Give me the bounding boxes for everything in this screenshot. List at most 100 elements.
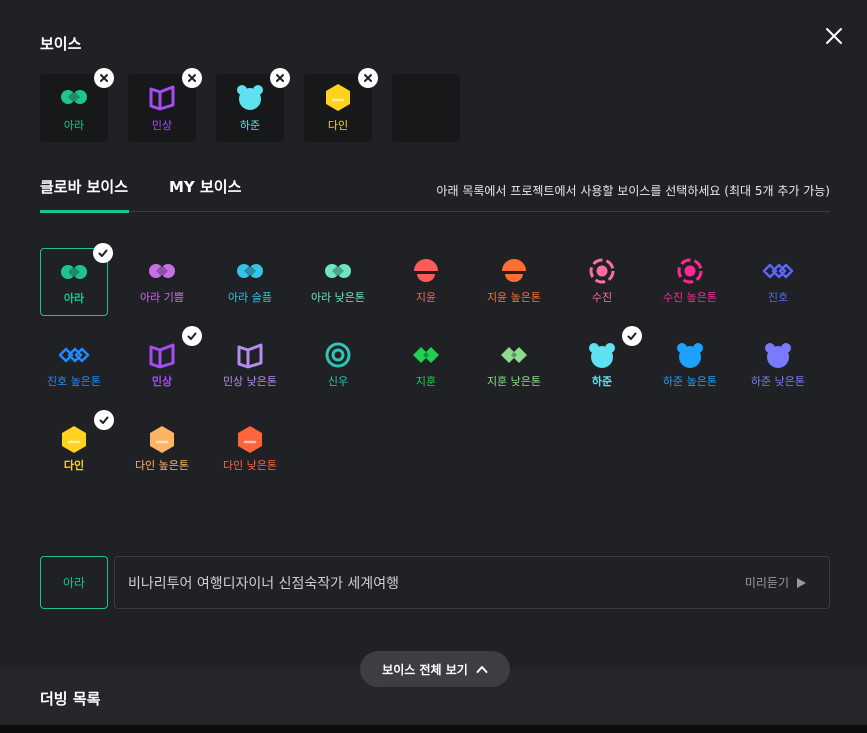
voice-icon: [322, 256, 354, 286]
voice-label: 지윤 높은톤: [486, 291, 542, 304]
tab-my-voice[interactable]: MY 보이스: [169, 176, 241, 212]
dain-icon: [322, 82, 354, 112]
voice-option[interactable]: 지훈 낮은톤: [480, 332, 548, 400]
voice-icon: [586, 340, 618, 370]
voice-option[interactable]: 지윤: [392, 248, 460, 316]
preview-voice-button[interactable]: 아라: [40, 556, 108, 609]
voice-icon: [146, 340, 178, 370]
remove-voice-button[interactable]: [358, 68, 378, 88]
voice-icon: [58, 257, 90, 287]
voice-option[interactable]: 다인 낮은톤: [216, 416, 284, 484]
voice-option[interactable]: 하준: [568, 326, 642, 400]
voice-option[interactable]: 아라 낮은톤: [304, 248, 372, 316]
voice-icon: [410, 256, 442, 286]
voice-label: 지윤: [415, 291, 437, 304]
check-icon: [186, 330, 198, 342]
voice-label: 하준: [591, 375, 613, 388]
voice-option[interactable]: 민상 낮은톤: [216, 332, 284, 400]
voice-label: 지훈: [415, 375, 437, 388]
minsang-icon: [146, 82, 178, 112]
selected-voice-label: 아라: [63, 119, 85, 132]
tab-hint: 아래 목록에서 프로젝트에서 사용할 보이스를 선택하세요 (최대 5개 추가 …: [436, 184, 830, 198]
selected-voice-card[interactable]: 아라: [40, 68, 114, 142]
voice-label: 다인 낮은톤: [222, 459, 278, 472]
remove-voice-button[interactable]: [94, 68, 114, 88]
check-icon: [97, 247, 109, 259]
voice-option[interactable]: 수진 높은톤: [656, 248, 724, 316]
ara-icon: [58, 82, 90, 112]
voice-label: 다인 높은톤: [134, 459, 190, 472]
voice-option[interactable]: 진호: [744, 248, 812, 316]
close-icon: [99, 73, 109, 83]
voice-icon: [146, 424, 178, 454]
voice-icon: [498, 256, 530, 286]
voice-icon: [410, 340, 442, 370]
voice-label: 지훈 낮은톤: [486, 375, 542, 388]
voice-label: 진호 높은톤: [46, 375, 102, 388]
voice-label: 수진 높은톤: [662, 291, 718, 304]
voice-icon: [674, 340, 706, 370]
voice-label: 아라 기쁨: [140, 291, 184, 304]
check-badge: [182, 326, 202, 346]
remove-voice-button[interactable]: [270, 68, 290, 88]
preview-play-label: 미리듣기: [744, 576, 789, 590]
selected-voice-label: 하준: [239, 119, 261, 132]
panel-title: 보이스: [40, 35, 82, 53]
voice-icon: [322, 340, 354, 370]
selected-voice-label: 민상: [151, 119, 173, 132]
voice-icon: [146, 256, 178, 286]
voice-option[interactable]: 다인 높은톤: [128, 416, 196, 484]
voice-icon: [234, 424, 266, 454]
selected-voice-card[interactable]: 하준: [216, 68, 290, 142]
check-icon: [98, 414, 110, 426]
voice-label: 아라 낮은톤: [310, 291, 366, 304]
remove-voice-button[interactable]: [182, 68, 202, 88]
chevron-up-icon: [476, 666, 488, 673]
voice-label: 아라 슬픔: [228, 291, 272, 304]
voice-label: 민상 낮은톤: [222, 375, 278, 388]
voice-option[interactable]: 아라: [40, 243, 113, 316]
voice-option[interactable]: 지윤 높은톤: [480, 248, 548, 316]
voice-option[interactable]: 하준 높은톤: [656, 332, 724, 400]
voice-option[interactable]: 지훈: [392, 332, 460, 400]
voice-icon: [498, 340, 530, 370]
voice-label: 진호: [767, 291, 789, 304]
close-icon: [187, 73, 197, 83]
tab-clova-label: 클로바 보이스: [40, 178, 129, 196]
selected-voice-card[interactable]: 민상: [128, 68, 202, 142]
preview-box[interactable]: 비나리투어 여행디자이너 신점숙작가 세계여행 미리듣기: [114, 556, 830, 609]
voice-label: 다인: [63, 459, 85, 472]
voice-option[interactable]: 수진: [568, 248, 636, 316]
voice-option[interactable]: 하준 낮은톤: [744, 332, 812, 400]
voice-option[interactable]: 다인: [40, 410, 114, 484]
selected-voice-label: 다인: [327, 119, 349, 132]
voice-option[interactable]: 아라 슬픔: [216, 248, 284, 316]
voice-tabs: 클로바 보이스 MY 보이스 아래 목록에서 프로젝트에서 사용할 보이스를 선…: [40, 176, 830, 213]
voice-icon: [674, 256, 706, 286]
empty-voice-slot: [392, 74, 460, 142]
voice-icon: [762, 256, 794, 286]
voice-label: 민상: [151, 375, 173, 388]
tab-clova-voice[interactable]: 클로바 보이스: [40, 176, 129, 213]
voice-option[interactable]: 진호 높은톤: [40, 332, 108, 400]
voice-icon: [234, 256, 266, 286]
check-icon: [626, 330, 638, 342]
selected-voice-card[interactable]: 다인: [304, 68, 378, 142]
voice-option[interactable]: 민상: [128, 326, 202, 400]
voice-option[interactable]: 신우: [304, 332, 372, 400]
voice-icon: [586, 256, 618, 286]
close-button[interactable]: [822, 24, 846, 48]
play-icon: [797, 577, 806, 588]
close-icon: [275, 73, 285, 83]
view-all-voices-button[interactable]: 보이스 전체 보기: [360, 651, 510, 687]
selected-voices: 아라 민상 하준 다인: [40, 68, 460, 142]
footer-strip: [0, 725, 867, 733]
preview-play-button[interactable]: 미리듣기: [745, 574, 807, 591]
preview-text[interactable]: 비나리투어 여행디자이너 신점숙작가 세계여행: [128, 573, 399, 593]
voice-label: 하준 낮은톤: [750, 375, 806, 388]
voice-icon: [762, 340, 794, 370]
voice-option[interactable]: 아라 기쁨: [128, 248, 196, 316]
tab-my-label: MY 보이스: [169, 178, 242, 196]
voice-label: 하준 높은톤: [662, 375, 718, 388]
close-icon: [826, 28, 842, 44]
